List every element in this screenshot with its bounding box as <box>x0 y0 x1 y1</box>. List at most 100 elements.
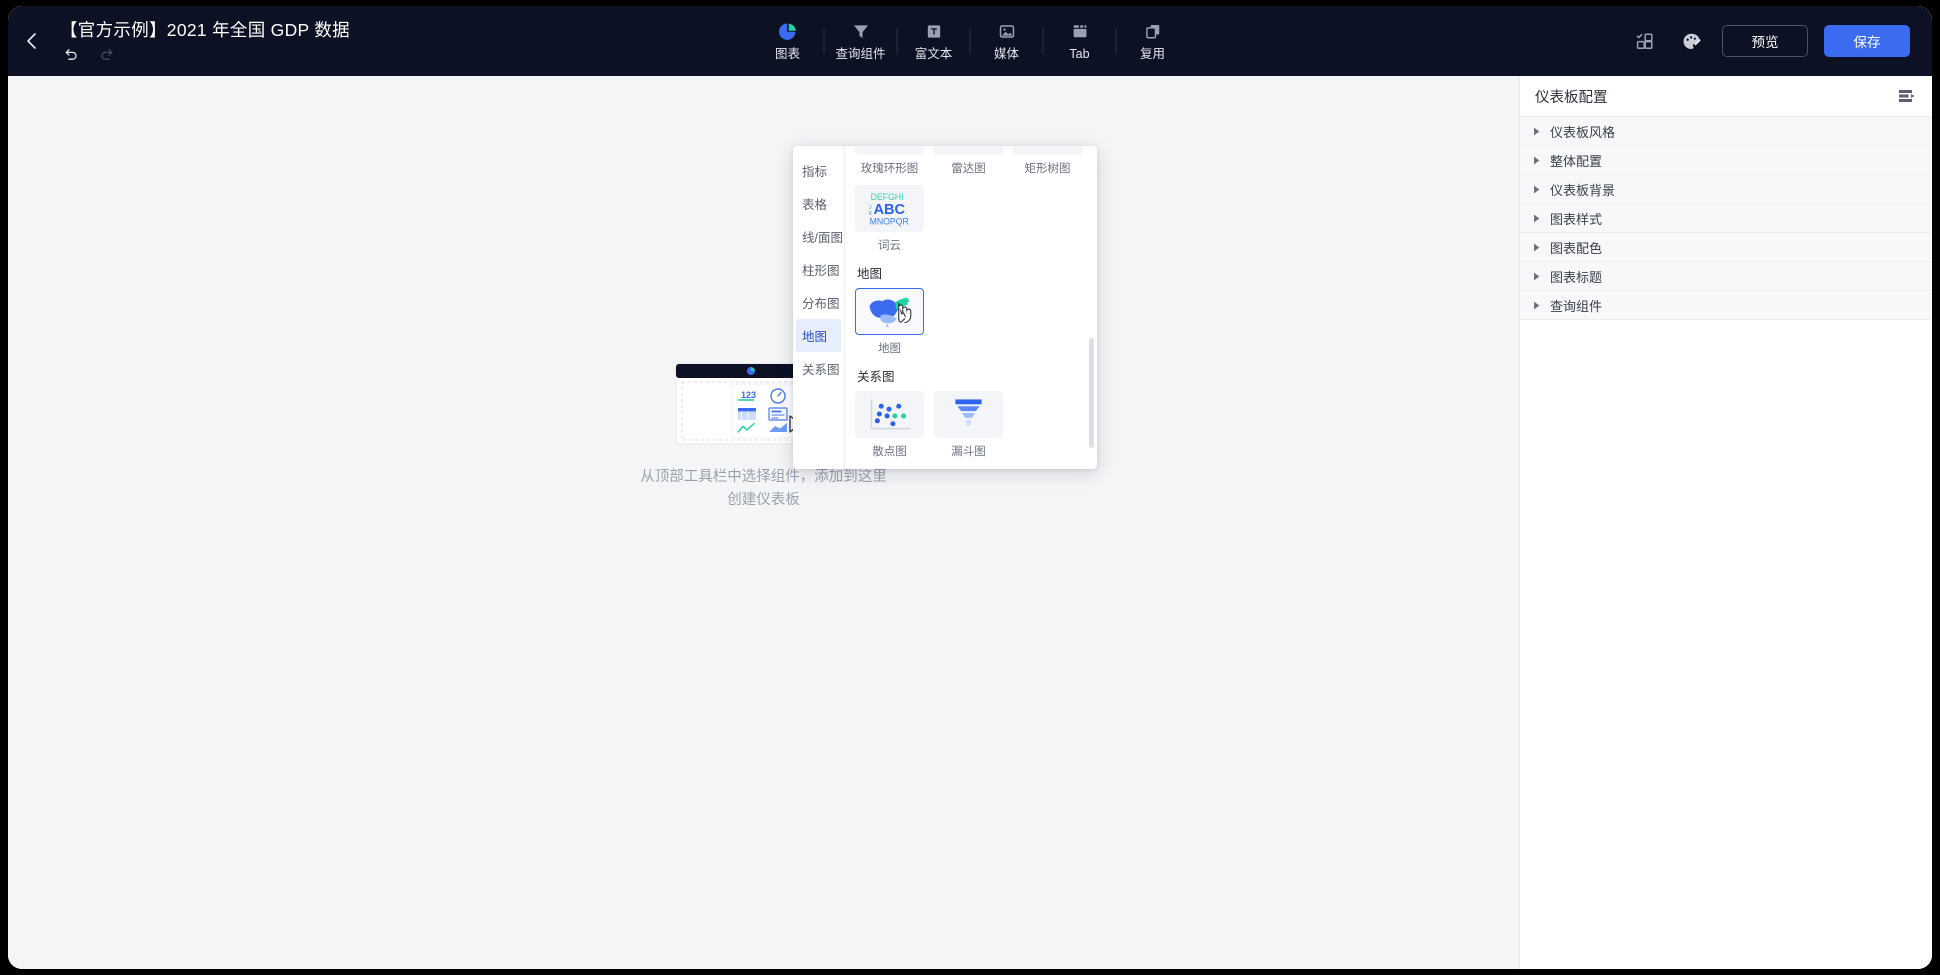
layout-grid-button[interactable] <box>1630 26 1660 56</box>
chevron-right-icon <box>1534 127 1540 135</box>
chart-card-label: 词云 <box>878 240 901 252</box>
chart-card-label: 玫瑰环形图 <box>860 163 919 175</box>
text-box-icon <box>924 22 943 42</box>
config-section-label: 仪表板风格 <box>1550 124 1616 140</box>
config-section-label: 整体配置 <box>1550 153 1603 169</box>
config-section-label: 图表标题 <box>1550 269 1603 285</box>
empty-state-text: 从顶部工具栏中选择组件，添加到这里 创建仪表板 <box>640 469 887 508</box>
save-button[interactable]: 保存 <box>1824 25 1910 57</box>
toolbar-label-query: 查询组件 <box>835 46 886 61</box>
chart-card-rose-donut[interactable]: 玫瑰环形图 <box>855 146 924 176</box>
chart-row-wordcloud: DEFGHI J K ABC MNOPQR 词云 <box>855 185 1087 253</box>
scatter-chart-icon <box>855 391 924 438</box>
config-section-label: 查询组件 <box>1550 298 1603 314</box>
chart-card-scatter[interactable]: 散点图 <box>855 391 924 459</box>
chart-row-partial: 玫瑰环形图 雷达图 矩形树图 <box>855 146 1087 176</box>
chart-card-funnel[interactable]: 漏斗图 <box>934 391 1003 459</box>
tab-icon <box>1070 22 1089 42</box>
config-section-query-component[interactable]: 查询组件 <box>1520 291 1932 320</box>
history-controls <box>60 46 350 63</box>
layout-grid-icon <box>1636 33 1653 49</box>
category-item-table[interactable]: 表格 <box>793 187 844 220</box>
undo-icon[interactable] <box>62 46 79 63</box>
category-label: 地图 <box>802 330 828 344</box>
title-block: 【官方示例】2021 年全国 GDP 数据 <box>60 19 350 63</box>
panel-collapse-button[interactable] <box>1898 88 1916 104</box>
wordcloud-text-top: DEFGHI <box>871 192 904 202</box>
config-section-background[interactable]: 仪表板背景 <box>1520 175 1932 204</box>
chevron-left-icon <box>27 33 36 49</box>
chart-card-label: 地图 <box>878 343 901 355</box>
category-label: 柱形图 <box>802 264 840 278</box>
toolbar-item-tab[interactable]: Tab <box>1044 13 1116 69</box>
config-section-chart-style[interactable]: 图表样式 <box>1520 204 1932 233</box>
theme-palette-button[interactable] <box>1676 26 1706 56</box>
toolbar-item-reuse[interactable]: 复用 <box>1117 13 1189 69</box>
chart-category-nav: 指标 表格 线/面图 柱形图 分布图 地图 关系图 <box>793 146 845 469</box>
radar-chart-icon <box>934 146 1003 155</box>
chart-type-scroll-inner: 玫瑰环形图 雷达图 矩形树图 DEFGHI J K ABC MNOPQR 词云 … <box>855 146 1087 459</box>
chart-card-label: 散点图 <box>872 446 907 458</box>
app-window: 【官方示例】2021 年全国 GDP 数据 图表 查询组件 富文本 媒体 Tab… <box>8 6 1932 969</box>
preview-button[interactable]: 预览 <box>1722 25 1808 57</box>
category-item-line-area[interactable]: 线/面图 <box>793 220 844 253</box>
category-label: 关系图 <box>802 363 840 377</box>
svg-text:123: 123 <box>741 390 756 400</box>
top-bar-actions: 预览 保存 <box>1630 6 1910 76</box>
chart-card-treemap[interactable]: 矩形树图 <box>1013 146 1082 176</box>
toolbar-label-reuse: 复用 <box>1139 46 1165 61</box>
chevron-right-icon <box>1534 214 1540 222</box>
category-label: 指标 <box>802 165 828 179</box>
redo-icon[interactable] <box>99 46 116 63</box>
config-panel-title: 仪表板配置 <box>1535 89 1608 106</box>
back-button[interactable] <box>8 6 54 76</box>
chart-type-list[interactable]: 玫瑰环形图 雷达图 矩形树图 DEFGHI J K ABC MNOPQR 词云 … <box>845 146 1097 469</box>
category-item-metric[interactable]: 指标 <box>793 154 844 187</box>
dashboard-canvas[interactable]: 123 从顶部工具栏中选择组件，添加到这里 创建仪表板 <box>8 76 1519 969</box>
rose-donut-chart-icon <box>855 146 924 155</box>
config-section-overall[interactable]: 整体配置 <box>1520 146 1932 175</box>
chart-card-label: 雷达图 <box>951 163 986 175</box>
svg-text:MNOPQR: MNOPQR <box>870 217 909 227</box>
category-item-distribution[interactable]: 分布图 <box>793 286 844 319</box>
config-section-chart-colors[interactable]: 图表配色 <box>1520 233 1932 262</box>
toolbar-label-tab: Tab <box>1069 46 1090 61</box>
chart-group-map: 地图 <box>855 288 1087 356</box>
chevron-right-icon <box>1534 243 1540 251</box>
dropdown-scrollbar[interactable] <box>1089 338 1094 448</box>
chart-group-title-map: 地图 <box>857 267 883 281</box>
config-section-chart-title[interactable]: 图表标题 <box>1520 262 1932 291</box>
chevron-right-icon <box>1534 301 1540 309</box>
china-map-icon <box>855 288 924 335</box>
toolbar-item-richtext[interactable]: 富文本 <box>898 13 970 69</box>
chart-group-title-relation: 关系图 <box>857 370 895 384</box>
toolbar-item-chart[interactable]: 图表 <box>752 13 824 69</box>
toolbar-label-chart: 图表 <box>774 46 800 61</box>
config-section-label: 图表样式 <box>1550 211 1603 227</box>
copy-icon <box>1143 22 1162 42</box>
chart-group-relation: 散点图 漏斗图 <box>855 391 1087 459</box>
svg-text:ABC: ABC <box>873 202 905 218</box>
funnel-chart-icon <box>934 391 1003 438</box>
chart-card-map[interactable]: 地图 <box>855 288 924 356</box>
toolbar-item-query[interactable]: 查询组件 <box>825 13 897 69</box>
panel-collapse-icon <box>1899 90 1915 102</box>
editor-body: 123 从顶部工具栏中选择组件，添加到这里 创建仪表板 仪表板配置 仪表板风格 … <box>8 76 1932 969</box>
component-toolbar: 图表 查询组件 富文本 媒体 Tab 复用 <box>752 6 1189 76</box>
toolbar-item-media[interactable]: 媒体 <box>971 13 1043 69</box>
chart-card-wordcloud[interactable]: DEFGHI J K ABC MNOPQR 词云 <box>855 185 924 253</box>
config-panel-header: 仪表板配置 <box>1520 76 1932 117</box>
pie-chart-icon <box>778 22 797 42</box>
palette-icon <box>1683 33 1701 49</box>
config-section-dashboard-style[interactable]: 仪表板风格 <box>1520 117 1932 146</box>
chevron-right-icon <box>1534 156 1540 164</box>
chart-card-radar[interactable]: 雷达图 <box>934 146 1003 176</box>
category-item-map[interactable]: 地图 <box>796 319 841 352</box>
category-item-relation[interactable]: 关系图 <box>793 352 844 385</box>
category-label: 线/面图 <box>802 231 843 245</box>
image-icon <box>997 22 1016 42</box>
category-item-bar[interactable]: 柱形图 <box>793 253 844 286</box>
dashboard-config-panel: 仪表板配置 仪表板风格 整体配置 仪表板背景 图表样式 图表配色 图表标题 查询… <box>1519 76 1932 969</box>
chevron-right-icon <box>1534 185 1540 193</box>
chevron-right-icon <box>1534 272 1540 280</box>
